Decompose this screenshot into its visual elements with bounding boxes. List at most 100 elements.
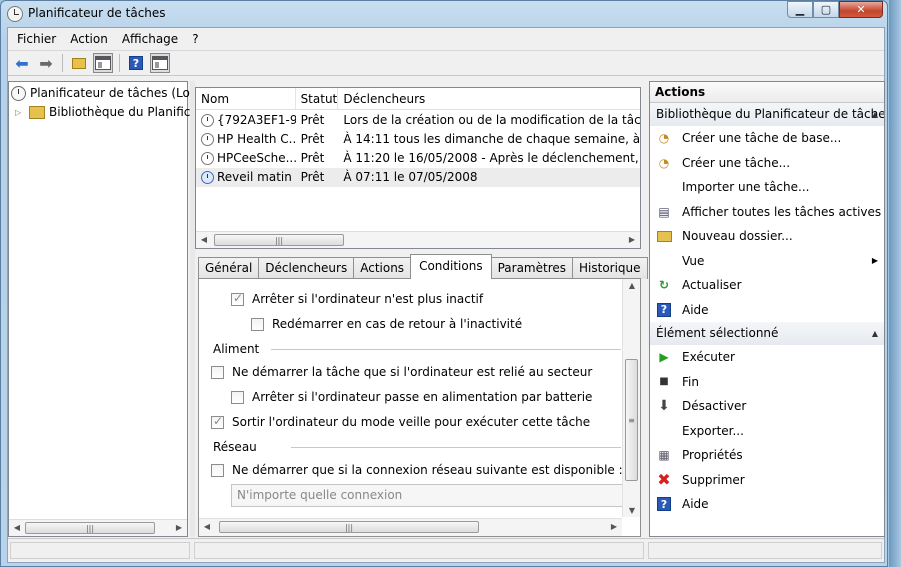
help-icon: ? <box>656 496 672 512</box>
action-label: Nouveau dossier... <box>682 229 793 244</box>
checkbox-label: Redémarrer en cas de retour à l'inactivi… <box>272 317 523 331</box>
action-properties[interactable]: ▦ Propriétés <box>650 443 884 468</box>
stop-on-battery-checkbox[interactable]: Arrêter si l'ordinateur passe en aliment… <box>231 387 592 407</box>
action-delete[interactable]: ✖ Supprimer <box>650 468 884 493</box>
section-label: Bibliothèque du Planificateur de tâches <box>656 107 884 121</box>
run-icon: ▶ <box>659 350 669 365</box>
scroll-left-icon[interactable]: ◀ <box>201 522 213 531</box>
scroll-thumb[interactable]: ||| <box>25 522 155 534</box>
table-row[interactable]: HP Health C... Prêt À 14:11 tous les dim… <box>196 130 640 149</box>
tab-settings[interactable]: Paramètres <box>490 257 573 279</box>
scroll-left-icon[interactable]: ◀ <box>198 235 210 244</box>
scroll-left-icon[interactable]: ◀ <box>11 523 23 532</box>
tab-triggers[interactable]: Déclencheurs <box>258 257 355 279</box>
conditions-horizontal-scrollbar[interactable]: ◀ ||| ▶ <box>199 518 622 536</box>
tab-conditions[interactable]: Conditions <box>410 254 492 279</box>
scroll-right-icon[interactable]: ▶ <box>173 523 185 532</box>
action-label: Importer une tâche... <box>682 180 810 195</box>
tree-item-library[interactable]: ▷ Bibliothèque du Planificat <box>9 103 202 121</box>
scroll-down-icon[interactable]: ▼ <box>626 506 638 515</box>
scroll-thumb[interactable]: ||| <box>214 234 344 246</box>
scroll-right-icon[interactable]: ▶ <box>608 522 620 531</box>
network-group-label: Réseau <box>213 440 257 454</box>
tab-general[interactable]: Général <box>198 257 260 279</box>
action-label: Exporter... <box>682 423 744 438</box>
cell-status: Prêt <box>300 113 325 127</box>
task-scheduler-window: Planificateur de tâches ▁ ▢ ✕ Fichier Ac… <box>0 0 888 567</box>
action-view-menu[interactable]: Vue ▶ <box>650 249 884 274</box>
actions-pane-title: Actions <box>650 82 884 103</box>
tree-horizontal-scrollbar[interactable]: ◀ ||| ▶ <box>9 519 187 536</box>
cell-trigger: Lors de la création ou de la modificatio… <box>343 113 640 127</box>
help-button[interactable]: ? <box>126 53 146 73</box>
window-title: Planificateur de tâches <box>28 6 166 20</box>
scroll-thumb[interactable]: ≡ <box>625 359 638 481</box>
action-new-folder[interactable]: Nouveau dossier... <box>650 224 884 249</box>
column-header-name[interactable]: Nom <box>196 88 296 110</box>
checkbox-label: Ne démarrer la tâche que si l'ordinateur… <box>232 365 593 379</box>
action-create-task[interactable]: ◔ Créer une tâche... <box>650 151 884 176</box>
network-only-checkbox[interactable]: Ne démarrer que si la connexion réseau s… <box>211 460 622 480</box>
column-header-status[interactable]: Statut <box>296 88 339 110</box>
list-horizontal-scrollbar[interactable]: ◀ ||| ▶ <box>196 231 640 248</box>
checkbox-icon <box>211 463 224 477</box>
scroll-thumb[interactable]: ||| <box>219 521 479 533</box>
tab-actions[interactable]: Actions <box>353 257 412 279</box>
menu-action[interactable]: Action <box>63 28 115 50</box>
table-row[interactable]: HPCeeSche... Prêt À 11:20 le 16/05/2008 … <box>196 149 640 168</box>
forward-arrow-icon: ➡ <box>39 53 53 73</box>
network-connection-select[interactable]: N'importe quelle connexion <box>231 484 622 507</box>
delete-icon: ✖ <box>657 470 671 490</box>
show-action-pane-button[interactable] <box>150 53 170 73</box>
tree-item-root[interactable]: Planificateur de tâches (Local <box>11 84 207 102</box>
stop-if-not-idle-checkbox[interactable]: Arrêter si l'ordinateur n'est plus inact… <box>231 289 483 309</box>
minimize-button[interactable]: ▁ <box>787 1 813 18</box>
table-row[interactable]: {792A3EF1-9... Prêt Lors de la création … <box>196 111 640 130</box>
cell-trigger: À 11:20 le 16/05/2008 - Après le déclenc… <box>343 151 640 165</box>
task-clock-icon <box>201 171 214 184</box>
back-button[interactable]: ⬅ <box>12 53 32 73</box>
menu-affichage[interactable]: Affichage <box>115 28 185 50</box>
task-name: HP Health C... <box>217 132 296 146</box>
column-header-triggers[interactable]: Déclencheurs <box>338 88 640 110</box>
action-show-active-tasks[interactable]: ▤ Afficher toutes les tâches actives <box>650 200 884 225</box>
action-create-basic-task[interactable]: ◔ Créer une tâche de base... <box>650 126 884 151</box>
action-help-selected[interactable]: ? Aide <box>650 492 884 517</box>
scroll-up-icon[interactable]: ▲ <box>626 281 638 290</box>
tab-history[interactable]: Historique <box>572 257 648 279</box>
wake-computer-checkbox[interactable]: Sortir l'ordinateur du mode veille pour … <box>211 412 590 432</box>
action-export[interactable]: Exporter... <box>650 419 884 444</box>
action-run[interactable]: ▶ Exécuter <box>650 345 884 370</box>
group-divider <box>271 349 621 350</box>
table-row-selected[interactable]: Reveil matin Prêt À 07:11 le 07/05/2008 <box>196 168 640 187</box>
tree-item-label: Bibliothèque du Planificat <box>49 105 203 119</box>
cell-name: Reveil matin <box>196 168 296 187</box>
status-bar <box>8 538 884 562</box>
action-help-library[interactable]: ? Aide <box>650 298 884 323</box>
close-button[interactable]: ✕ <box>839 1 883 18</box>
action-label: Aide <box>682 302 709 317</box>
clock-icon <box>11 85 26 101</box>
restart-if-idle-checkbox[interactable]: Redémarrer en cas de retour à l'inactivi… <box>251 314 522 334</box>
action-import-task[interactable]: Importer une tâche... <box>650 175 884 200</box>
action-disable[interactable]: ⬇ Désactiver <box>650 394 884 419</box>
show-console-tree-button[interactable] <box>93 53 113 73</box>
conditions-content: Arrêter si l'ordinateur n'est plus inact… <box>199 279 622 517</box>
ac-power-only-checkbox[interactable]: Ne démarrer la tâche que si l'ordinateur… <box>211 362 592 382</box>
action-end[interactable]: ■ Fin <box>650 370 884 395</box>
maximize-button[interactable]: ▢ <box>813 1 839 18</box>
action-label: Supprimer <box>682 472 745 487</box>
conditions-vertical-scrollbar[interactable]: ▲ ≡ ▼ <box>622 279 640 517</box>
actions-section-library[interactable]: Bibliothèque du Planificateur de tâches … <box>650 103 884 126</box>
expand-arrow-icon[interactable]: ▷ <box>15 108 25 117</box>
forward-button[interactable]: ➡ <box>36 53 56 73</box>
actions-section-selected[interactable]: Élément sélectionné ▲ <box>650 322 884 345</box>
action-label: Exécuter <box>682 350 735 365</box>
up-folder-button[interactable] <box>69 53 89 73</box>
menu-help[interactable]: ? <box>185 28 205 50</box>
menu-fichier[interactable]: Fichier <box>10 28 63 50</box>
toolbar-separator <box>119 54 120 72</box>
action-refresh[interactable]: ↻ Actualiser <box>650 273 884 298</box>
task-name: Reveil matin <box>217 170 292 184</box>
scroll-right-icon[interactable]: ▶ <box>626 235 638 244</box>
